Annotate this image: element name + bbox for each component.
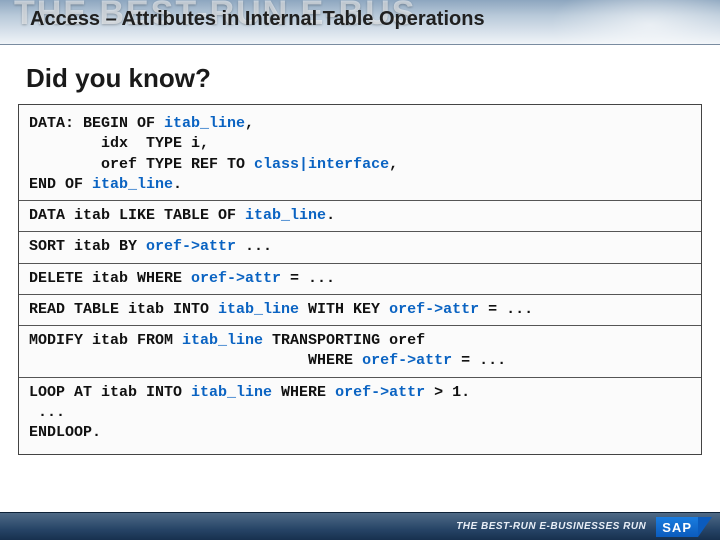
code-block-1: DATA: BEGIN OF itab_line, idx TYPE i, or… [29,111,691,198]
code-block-3: SORT itab BY oref->attr ... [29,234,691,260]
code-block-4: DELETE itab WHERE oref->attr = ... [29,266,691,292]
sap-logo-triangle [698,517,712,537]
sap-logo-text: SAP [656,517,698,537]
code-block-7: LOOP AT itab INTO itab_line WHERE oref->… [29,380,691,447]
title-bar: THE BEST-RUN E-BUS Access – Attributes i… [0,0,720,45]
slide-subtitle: Did you know? [26,63,720,94]
code-box: DATA: BEGIN OF itab_line, idx TYPE i, or… [18,104,702,455]
slide: THE BEST-RUN E-BUS Access – Attributes i… [0,0,720,540]
slide-title: Access – Attributes in Internal Table Op… [30,8,485,31]
code-block-2: DATA itab LIKE TABLE OF itab_line. [29,203,691,229]
code-block-6: MODIFY itab FROM itab_line TRANSPORTING … [29,328,691,375]
code-block-5: READ TABLE itab INTO itab_line WITH KEY … [29,297,691,323]
footer-bar: THE BEST-RUN E-BUSINESSES RUN SAP [0,512,720,540]
footer-tagline: THE BEST-RUN E-BUSINESSES RUN [456,521,646,532]
sap-logo: SAP [656,517,712,537]
